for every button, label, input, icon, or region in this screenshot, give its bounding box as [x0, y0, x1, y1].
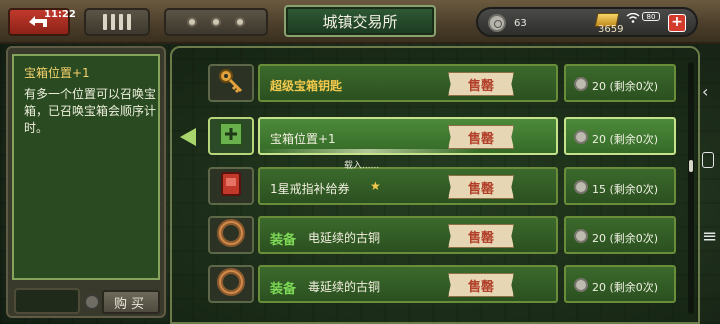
scrollbar-thumb[interactable]: [689, 160, 693, 172]
item-icon-box[interactable]: [208, 216, 254, 254]
selection-arrow-icon: [180, 128, 196, 146]
plate-knob-icon: [211, 17, 221, 27]
item-info-panel: 宝箱位置+1 有多一个位置可以召唤宝箱，已召唤宝箱会顺序计时。 购买: [6, 46, 166, 318]
item-info-description: 有多一个位置可以召唤宝箱，已召唤宝箱会顺序计时。: [24, 87, 157, 135]
buy-button[interactable]: 购买: [102, 290, 160, 314]
coin-icon: [574, 229, 588, 243]
plate-bar-icon: [111, 14, 115, 30]
item-name: 1星戒指补给券: [270, 182, 350, 196]
soldout-badge: 售罄: [448, 224, 514, 248]
battery-indicator: 80: [642, 12, 660, 21]
wifi-icon: [626, 13, 640, 23]
item-info-title: 宝箱位置+1: [24, 66, 90, 80]
plate-bar-icon: [127, 14, 131, 30]
item-price-box[interactable]: 20 (剩余0次): [564, 216, 676, 254]
shop-item-row[interactable]: 装备 毒延续的古铜 售罄 20 (剩余0次): [208, 265, 676, 303]
add-currency-button[interactable]: +: [668, 14, 686, 32]
coupon-icon: [217, 170, 245, 202]
shop-item-row[interactable]: 装备 电延续的古铜 售罄 20 (剩余0次): [208, 216, 676, 254]
item-icon-box[interactable]: [208, 167, 254, 205]
key-icon: [217, 67, 245, 99]
item-name: 毒延续的古铜: [308, 280, 381, 294]
menu-grip-icon[interactable]: ≡: [702, 226, 717, 247]
clock: 11:22: [44, 9, 76, 20]
soldout-badge: 售罄: [448, 175, 514, 199]
item-price-box[interactable]: 20 (剩余0次): [564, 117, 676, 155]
coin-icon: [574, 130, 588, 144]
item-price: 15 (剩余0次): [592, 183, 659, 196]
item-name-box[interactable]: 1星戒指补给券 ★ 售罄: [258, 167, 558, 205]
page-title: 城镇交易所: [284, 5, 436, 37]
item-category-tag: 装备: [270, 282, 297, 297]
settings-plate[interactable]: [164, 8, 268, 36]
quantity-knob-icon: [84, 294, 100, 310]
plate-knob-icon: [235, 17, 245, 27]
gold-count: 3659: [598, 24, 624, 35]
soldout-badge: 售罄: [448, 273, 514, 297]
coin-icon: [574, 180, 588, 194]
item-info-card: 宝箱位置+1 有多一个位置可以召唤宝箱，已召唤宝箱会顺序计时。: [12, 54, 160, 280]
scrollbar-track[interactable]: [688, 62, 694, 314]
ring-icon: [216, 218, 246, 252]
quantity-slot: [14, 288, 80, 314]
coin-icon: [488, 14, 506, 32]
plate-bar-icon: [119, 14, 123, 30]
shop-item-row[interactable]: 超级宝箱钥匙 售罄 20 (剩余0次): [208, 64, 676, 102]
currency-bar: 63 3659 80 +: [476, 7, 698, 37]
item-name: 宝箱位置+1: [270, 132, 336, 146]
star-icon: ★: [370, 179, 381, 193]
shop-item-row[interactable]: 1星戒指补给券 ★ 售罄 15 (剩余0次): [208, 167, 676, 205]
item-name: 电延续的古铜: [308, 231, 381, 245]
item-name-box[interactable]: 装备 电延续的古铜 售罄: [258, 216, 558, 254]
top-bar: 11:22 城镇交易所 63 3659 80 +: [0, 0, 720, 44]
item-price-box[interactable]: 15 (剩余0次): [564, 167, 676, 205]
item-price: 20 (剩余0次): [592, 133, 659, 146]
soldout-badge: 售罄: [448, 125, 514, 149]
item-name-box[interactable]: 装备 毒延续的古铜 售罄: [258, 265, 558, 303]
menu-plate[interactable]: [84, 8, 150, 36]
item-price-box[interactable]: 20 (剩余0次): [564, 64, 676, 102]
item-name-box[interactable]: 超级宝箱钥匙 售罄: [258, 64, 558, 102]
item-name: 超级宝箱钥匙: [270, 79, 343, 93]
chevron-left-icon[interactable]: ‹: [702, 82, 708, 101]
coin-icon: [574, 77, 588, 91]
loading-bar: [258, 149, 478, 153]
loading-text: 载入......: [344, 161, 380, 171]
coin-count: 63: [514, 18, 527, 29]
item-category-tag: 装备: [270, 233, 297, 248]
item-price: 20 (剩余0次): [592, 281, 659, 294]
soldout-badge: 售罄: [448, 72, 514, 96]
item-icon-box[interactable]: [208, 117, 254, 155]
plate-knob-icon: [187, 17, 197, 27]
item-icon-box[interactable]: [208, 265, 254, 303]
item-price-box[interactable]: 20 (剩余0次): [564, 265, 676, 303]
plate-bar-icon: [103, 14, 107, 30]
coin-icon: [574, 278, 588, 292]
window-icon[interactable]: [702, 152, 714, 168]
item-price: 20 (剩余0次): [592, 232, 659, 245]
ring-icon: [216, 267, 246, 301]
item-price: 20 (剩余0次): [592, 80, 659, 93]
chest-slot-icon: [217, 120, 245, 152]
item-icon-box[interactable]: [208, 64, 254, 102]
